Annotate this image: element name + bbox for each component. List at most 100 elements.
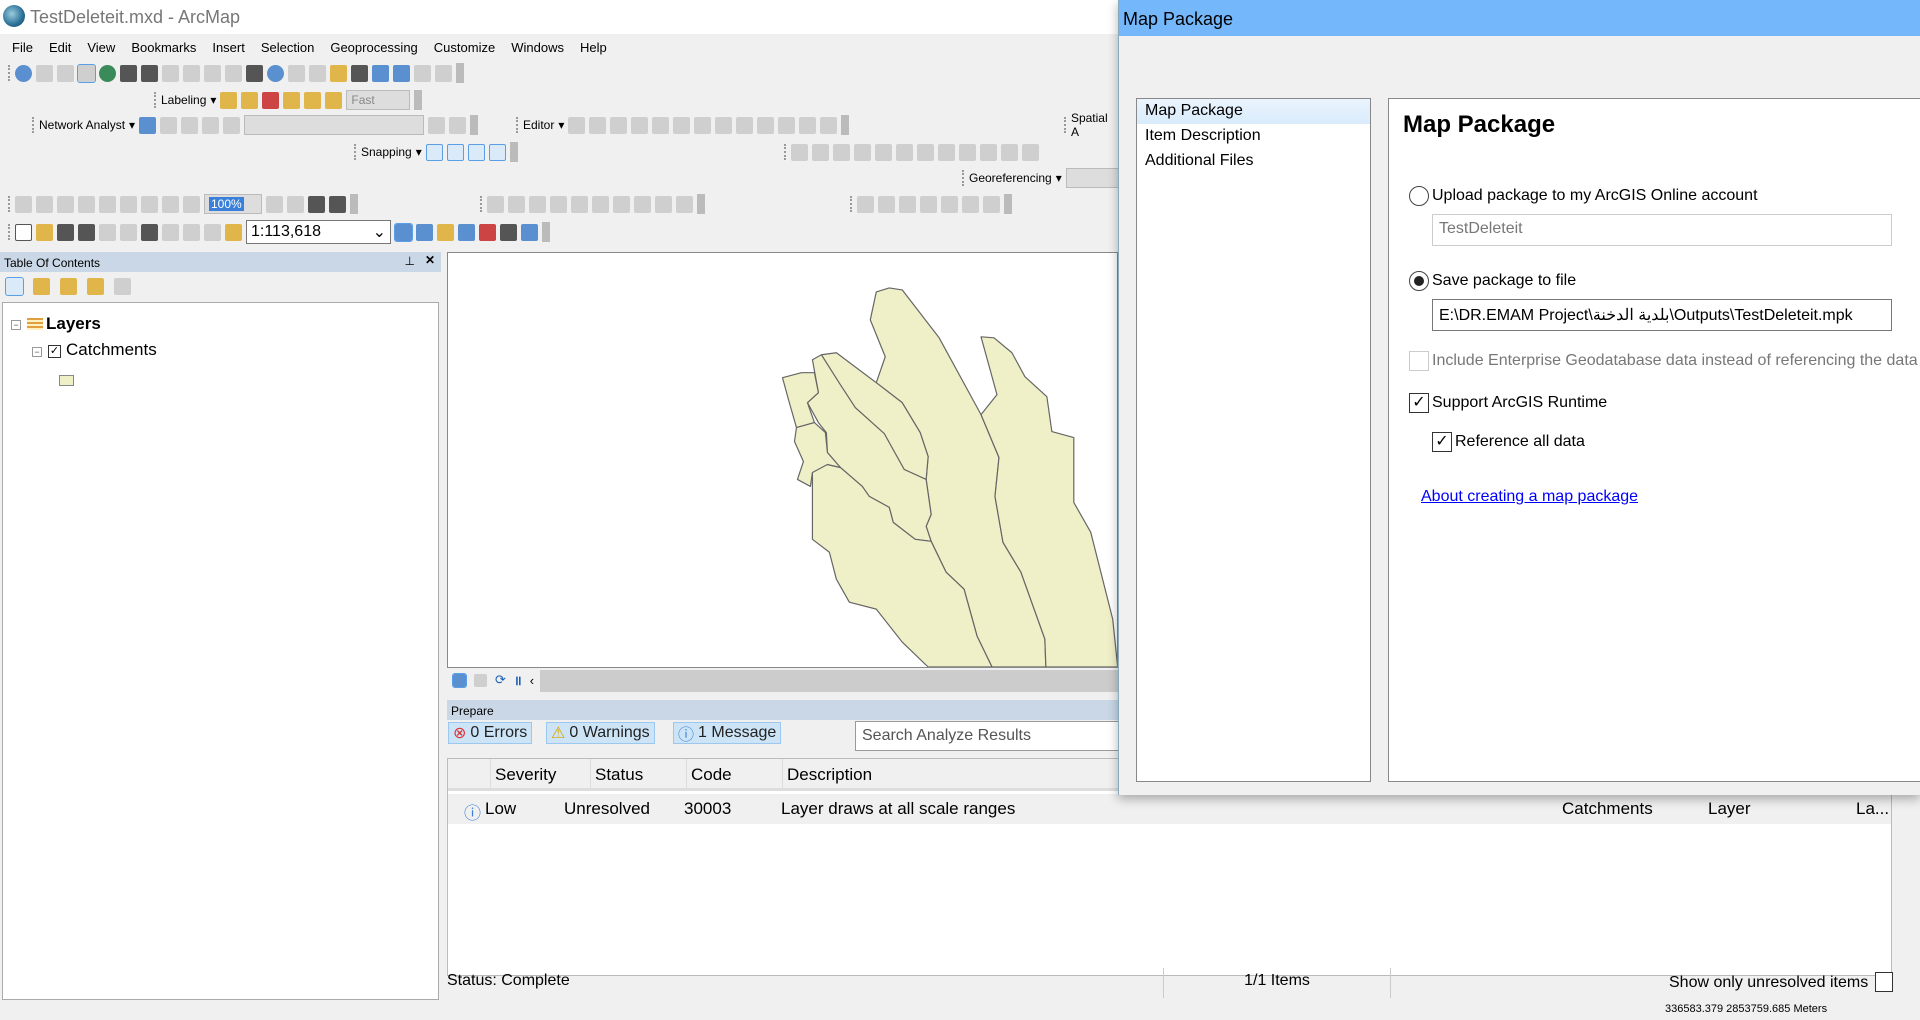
split-icon[interactable] [736, 116, 754, 134]
toc-window-icon[interactable] [416, 223, 433, 241]
python-window-icon[interactable] [500, 223, 517, 241]
toolbar-grip[interactable] [850, 196, 853, 212]
fixed-zoom-in-icon[interactable] [120, 64, 137, 82]
layer-symbol-swatch[interactable] [59, 375, 74, 386]
close-icon[interactable]: ✕ [425, 253, 435, 267]
align-edge-icon[interactable] [959, 143, 976, 161]
toolbar-options[interactable] [350, 194, 358, 214]
reshape-icon[interactable] [694, 116, 712, 134]
na-window-icon[interactable] [139, 116, 157, 134]
toolbar-grip[interactable] [154, 92, 157, 108]
zoom-in-icon[interactable] [36, 64, 53, 82]
label-priority-icon[interactable] [241, 91, 259, 109]
menu-windows[interactable]: Windows [511, 40, 564, 55]
attributes-icon[interactable] [778, 116, 796, 134]
na-build-icon[interactable] [428, 116, 446, 134]
lock-labels-icon[interactable] [283, 91, 301, 109]
redo-icon[interactable] [204, 223, 221, 241]
fixed-zoom-out-icon[interactable] [141, 64, 158, 82]
table-row[interactable]: ⓘ Low Unresolved 30003 Layer draws at al… [448, 794, 1891, 824]
edit-annotation-icon[interactable] [589, 116, 607, 134]
data-view-icon[interactable] [452, 672, 467, 688]
view-unplaced-icon[interactable] [325, 91, 343, 109]
network-analyst-menu[interactable]: Network Analyst [39, 118, 125, 132]
edit-tool-icon[interactable] [568, 116, 586, 134]
reference-all-checkbox[interactable]: ✓ [1432, 432, 1452, 452]
zoom-whole-page-icon[interactable] [78, 195, 95, 213]
list-by-selection-icon[interactable] [87, 277, 104, 295]
menu-geoprocessing[interactable]: Geoprocessing [330, 40, 417, 55]
cut-polygons-icon[interactable] [715, 116, 733, 134]
horizontal-scrollbar[interactable] [540, 670, 1118, 692]
previous-extent-icon[interactable] [162, 195, 179, 213]
globe-icon[interactable] [99, 64, 116, 82]
label-weight-icon[interactable] [262, 91, 280, 109]
layout-zoom-out-icon[interactable] [36, 195, 53, 213]
layout-view-icon[interactable] [474, 673, 487, 687]
line-tool-icon[interactable] [857, 195, 874, 213]
generalize-edge-icon[interactable] [571, 195, 588, 213]
edge-snap-icon[interactable] [488, 143, 506, 161]
errors-filter[interactable]: ⊗ 0 Errors [448, 722, 533, 744]
rectangle-icon[interactable] [1001, 143, 1018, 161]
na-select-icon[interactable] [181, 116, 199, 134]
nav-additional-files[interactable]: Additional Files [1137, 149, 1370, 174]
labeling-menu[interactable]: Labeling [161, 93, 206, 107]
explode-icon[interactable] [896, 143, 913, 161]
focus-data-frame-icon[interactable] [287, 195, 304, 213]
shared-features-icon[interactable] [529, 195, 546, 213]
copy-features-icon[interactable] [791, 143, 808, 161]
hyperlink-icon[interactable] [288, 64, 305, 82]
identify-icon[interactable] [267, 64, 284, 82]
editor-menu[interactable]: Editor [523, 118, 554, 132]
collapse-catchments-icon[interactable]: − [32, 347, 42, 357]
scroll-left-icon[interactable]: ‹ [530, 673, 534, 688]
error-icon[interactable] [676, 195, 693, 213]
upload-name-field[interactable]: TestDeleteit [1432, 214, 1892, 246]
forward-icon[interactable] [183, 64, 200, 82]
full-extent-icon[interactable] [15, 64, 32, 82]
menu-insert[interactable]: Insert [212, 40, 245, 55]
arctoolbox-icon[interactable] [479, 223, 496, 241]
toolbar-options[interactable] [470, 115, 479, 135]
generalize-icon[interactable] [917, 143, 934, 161]
spatial-analyst-menu[interactable]: Spatial A [1071, 113, 1116, 137]
toolbar-grip[interactable] [480, 196, 483, 212]
trim-icon[interactable] [854, 143, 871, 161]
html-popup-icon[interactable] [309, 64, 326, 82]
print-icon[interactable] [78, 223, 95, 241]
pan-icon[interactable] [77, 63, 96, 83]
curve-tool-icon[interactable] [878, 195, 895, 213]
layout-zoom-select[interactable]: 100% [204, 194, 262, 214]
modelbuilder-icon[interactable] [521, 223, 538, 241]
fillet-icon[interactable] [812, 143, 829, 161]
validate-icon[interactable] [613, 195, 630, 213]
toolbar-grip[interactable] [962, 170, 965, 186]
clear-selection-icon[interactable] [225, 64, 242, 82]
na-grid-icon[interactable] [202, 116, 220, 134]
end-snap-icon[interactable] [446, 143, 464, 161]
na-directions-icon[interactable] [449, 116, 467, 134]
layers-root[interactable]: Layers [46, 314, 101, 334]
layer-visibility-checkbox[interactable]: ✓ [48, 345, 61, 358]
toolbar-options[interactable] [697, 194, 705, 214]
help-link[interactable]: About creating a map package [1421, 488, 1638, 506]
endpoint-arc-icon[interactable] [631, 116, 649, 134]
toolbar-options[interactable] [542, 222, 550, 242]
extend-icon[interactable] [833, 143, 850, 161]
column-status[interactable]: Status [590, 759, 686, 789]
time-slider-icon[interactable] [414, 64, 431, 82]
edit-vertices-icon[interactable] [673, 116, 691, 134]
new-icon[interactable] [15, 223, 32, 241]
column-code[interactable]: Code [686, 759, 782, 789]
add-data-icon[interactable] [225, 223, 242, 241]
snapping-menu[interactable]: Snapping [361, 145, 412, 159]
collapse-layers-icon[interactable]: − [11, 320, 21, 330]
toolbar-grip[interactable] [8, 224, 11, 240]
area-icon[interactable] [962, 195, 979, 213]
menu-bookmarks[interactable]: Bookmarks [131, 40, 196, 55]
pause-labeling-icon[interactable] [304, 91, 322, 109]
catalog-window-icon[interactable] [437, 223, 454, 241]
column-severity[interactable]: Severity [490, 759, 590, 789]
goto-xy-icon[interactable] [393, 64, 410, 82]
